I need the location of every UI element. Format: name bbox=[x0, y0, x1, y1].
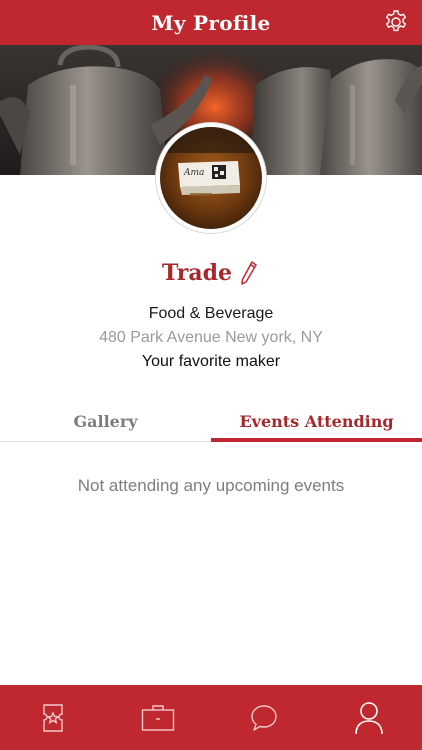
active-tab-indicator bbox=[211, 438, 422, 442]
avatar[interactable]: Ama bbox=[156, 123, 266, 233]
page-title: My Profile bbox=[151, 10, 271, 35]
ticket-icon bbox=[43, 703, 63, 732]
gear-icon bbox=[385, 10, 407, 32]
profile-tabs: Gallery Events Attending bbox=[0, 400, 422, 442]
edit-profile-button[interactable] bbox=[240, 260, 260, 286]
user-icon bbox=[355, 701, 384, 734]
avatar-image: Ama bbox=[160, 127, 262, 229]
pencil-icon bbox=[241, 261, 257, 285]
header-bar: My Profile bbox=[0, 0, 422, 45]
nav-item-profile[interactable] bbox=[317, 685, 422, 750]
bottom-nav bbox=[0, 685, 422, 750]
profile-name-row: Trade bbox=[0, 256, 422, 290]
profile-category: Food & Beverage bbox=[148, 305, 274, 322]
tab-gallery[interactable]: Gallery bbox=[0, 400, 211, 442]
svg-text:Ama: Ama bbox=[183, 168, 204, 178]
briefcase-icon bbox=[142, 704, 175, 731]
profile-tagline: Your favorite maker bbox=[141, 353, 281, 370]
profile-name: Trade bbox=[162, 260, 232, 286]
nav-item-jobs[interactable] bbox=[106, 685, 212, 750]
nav-item-tickets[interactable] bbox=[0, 685, 106, 750]
chat-bubble-icon bbox=[251, 704, 277, 731]
tab-events-attending[interactable]: Events Attending bbox=[211, 400, 422, 442]
empty-events-message: Not attending any upcoming events bbox=[77, 476, 345, 495]
settings-button[interactable] bbox=[382, 8, 410, 36]
nav-item-messages[interactable] bbox=[211, 685, 317, 750]
profile-address: 480 Park Avenue New york, NY bbox=[99, 329, 323, 346]
